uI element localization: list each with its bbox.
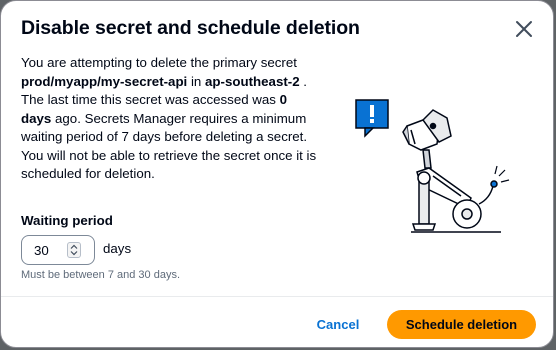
message-part2: in <box>187 73 206 89</box>
footer-divider <box>1 296 553 297</box>
warning-bubble-icon <box>355 99 389 138</box>
region-name: ap-southeast-2 <box>205 73 300 89</box>
waiting-period-stepper[interactable]: 30 <box>21 235 95 265</box>
waiting-period-unit: days <box>103 241 132 256</box>
secret-name: prod/myapp/my-secret-api <box>21 73 188 89</box>
delete-secret-dialog: Disable secret and schedule deletion You… <box>0 0 554 348</box>
schedule-deletion-button[interactable]: Schedule deletion <box>387 310 536 339</box>
close-button[interactable] <box>510 15 538 43</box>
waiting-period-hint: Must be between 7 and 30 days. <box>21 269 180 281</box>
deletion-warning-text: You are attempting to delete the primary… <box>21 54 321 184</box>
waiting-period-input[interactable]: 30 <box>34 243 49 258</box>
robot-dog-warning-illustration <box>351 96 521 241</box>
cancel-button[interactable]: Cancel <box>305 311 371 339</box>
dialog-title: Disable secret and schedule deletion <box>21 17 360 39</box>
close-icon <box>516 21 532 37</box>
robot-dog-head <box>402 109 452 151</box>
stepper-arrows[interactable] <box>67 242 81 258</box>
message-part1: You are attempting to delete the primary… <box>21 55 297 70</box>
robot-dog-body <box>411 149 510 231</box>
waiting-period-label: Waiting period <box>21 213 113 228</box>
message-part4: ago. Secrets Manager requires a minimum … <box>21 110 317 182</box>
stepper-arrows-icon <box>70 244 78 256</box>
